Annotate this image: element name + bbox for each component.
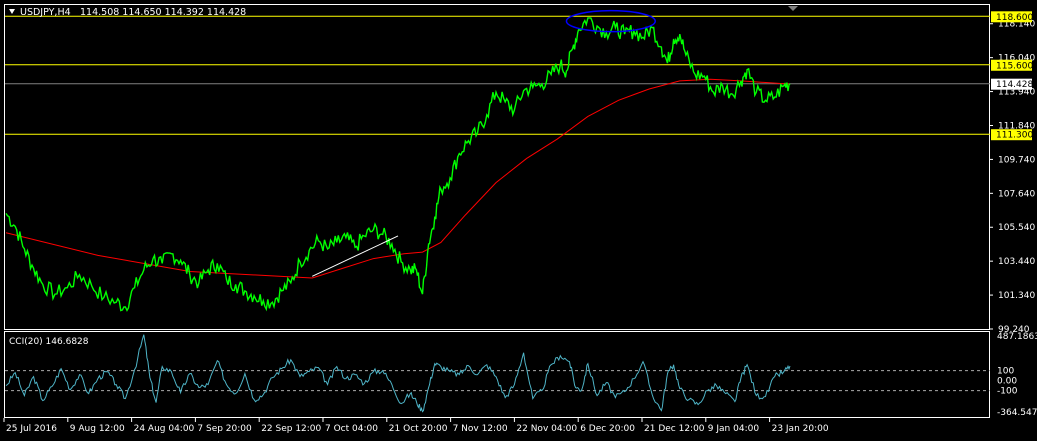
- time-axis-label: 24 Aug 04:00: [134, 424, 195, 434]
- current-price-tag: 114.428: [991, 78, 1033, 90]
- cci-title: CCI(20) 146.6828: [9, 337, 89, 347]
- time-axis-label: 21 Dec 12:00: [644, 424, 705, 434]
- time-axis-label: 7 Nov 12:00: [453, 424, 508, 434]
- cci-axis-label: 487.1863: [997, 332, 1037, 342]
- cci-axis-label: 0.00: [997, 377, 1017, 387]
- time-axis-label: 21 Oct 20:00: [389, 424, 448, 434]
- time-axis-label: 9 Jan 04:00: [708, 424, 760, 434]
- time-axis-label: 25 Jul 2016: [6, 424, 57, 434]
- cci-axis-label: 100: [997, 367, 1014, 377]
- ohlc-values: 114.508 114.650 114.392 114.428: [80, 7, 246, 18]
- symbol-timeframe: USDJPY,H4: [20, 7, 71, 18]
- price-axis-label: 107.640: [998, 189, 1035, 199]
- price-axis-label: 109.740: [998, 155, 1035, 165]
- time-axis-label: 22 Sep 12:00: [261, 424, 321, 434]
- cci-axis-label: -100: [997, 387, 1018, 397]
- level-tag: 115.600: [996, 61, 1033, 71]
- level-tag: 118.600: [996, 13, 1033, 23]
- current-price-label: 114.428: [996, 80, 1033, 90]
- chart-canvas[interactable]: 118.140116.040113.940111.840109.740107.6…: [0, 0, 1037, 441]
- time-axis-label: 7 Sep 20:00: [197, 424, 252, 434]
- time-axis-label: 23 Jan 20:00: [772, 424, 829, 434]
- time-axis-label: 22 Nov 04:00: [516, 424, 577, 434]
- price-axis-label: 105.540: [998, 223, 1035, 233]
- cci-axis-label: -364.5479: [997, 408, 1037, 418]
- time-axis-label: 9 Aug 12:00: [70, 424, 125, 434]
- time-axis-label: 6 Dec 20:00: [580, 424, 635, 434]
- time-axis-label: 7 Oct 04:00: [325, 424, 378, 434]
- level-tag: 111.300: [996, 131, 1033, 141]
- price-axis-label: 101.340: [998, 291, 1035, 301]
- price-axis-label: 103.440: [998, 257, 1035, 267]
